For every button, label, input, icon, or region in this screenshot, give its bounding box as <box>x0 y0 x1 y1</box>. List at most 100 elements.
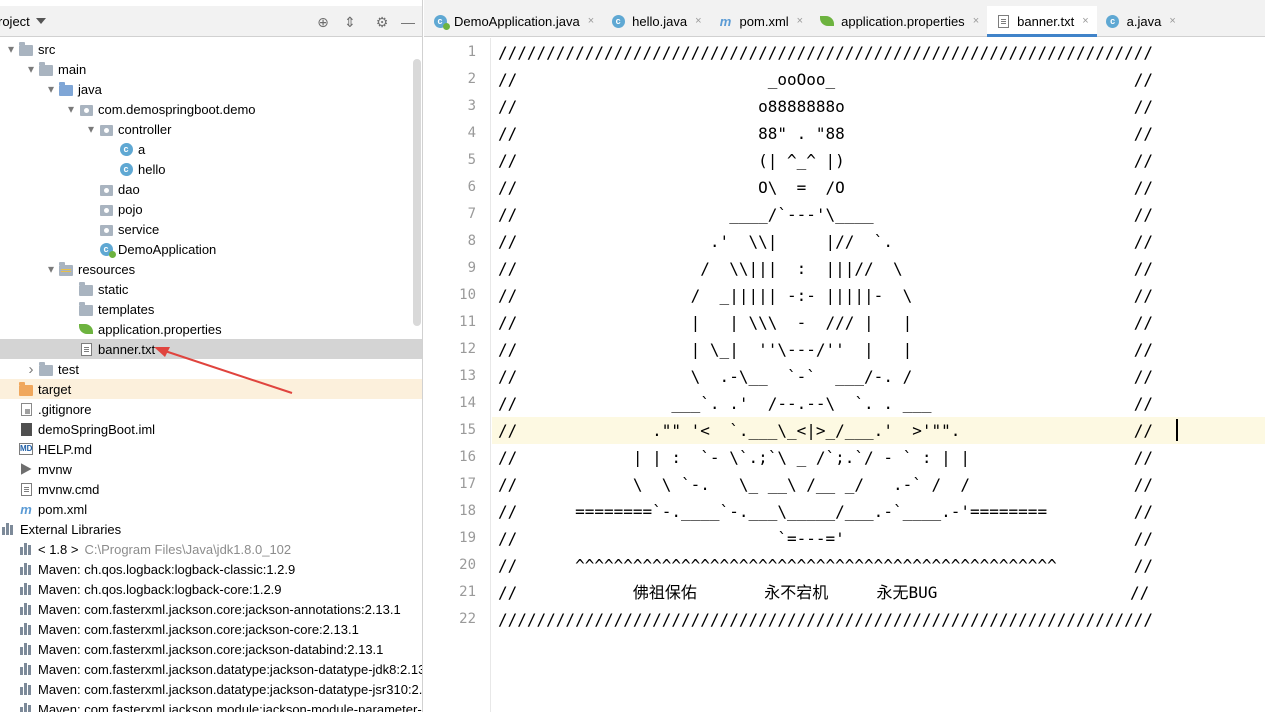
tree-item-dao[interactable]: dao <box>0 179 422 199</box>
tree-item-resources[interactable]: ▾ resources <box>0 259 422 279</box>
gear-icon[interactable]: ⚙ <box>374 14 390 30</box>
close-icon[interactable]: × <box>695 15 701 27</box>
tab-application-properties[interactable]: application.properties × <box>811 6 987 36</box>
tree-item-external-libraries[interactable]: External Libraries <box>0 519 422 539</box>
code-line[interactable]: // / _||||| -:- |||||- \ // <box>492 282 1265 309</box>
project-tree-scrollbar[interactable] <box>413 59 421 326</box>
tree-item-a[interactable]: ca <box>0 139 422 159</box>
tab-pom-xml[interactable]: m pom.xml × <box>710 6 812 36</box>
code-line[interactable]: // \ .-\__ `-` ___/-. / // <box>492 363 1265 390</box>
code-line[interactable]: // \ \ `-. \_ __\ /__ _/ .-` / / // <box>492 471 1265 498</box>
code-line[interactable]: // ."" '< `.___\_<|>_/___.' >'"". // <box>492 417 1265 444</box>
tab-label: hello.java <box>632 13 688 29</box>
tree-item-src[interactable]: ▾ src <box>0 39 422 59</box>
tree-item-maven-com-fasterxml-jackson-module-jackson-module-parameter-names-2-13-1[interactable]: Maven: com.fasterxml.jackson.module:jack… <box>0 699 422 712</box>
tree-item-label: application.properties <box>98 321 222 337</box>
tree-item-target[interactable]: target <box>0 379 422 399</box>
close-icon[interactable]: × <box>973 15 979 27</box>
line-number: 18 <box>459 503 476 519</box>
tab-a-java[interactable]: c a.java × <box>1097 6 1184 36</box>
code-line[interactable]: // (| ^_^ |) // <box>492 147 1265 174</box>
java-class-icon: c <box>1105 13 1121 29</box>
tree-item-maven-com-fasterxml-jackson-core-jackson-databind-2-13-1[interactable]: Maven: com.fasterxml.jackson.core:jackso… <box>0 639 422 659</box>
tree-item-static[interactable]: static <box>0 279 422 299</box>
collapse-all-icon[interactable]: ⇕ <box>342 14 358 30</box>
code-line[interactable]: // o8888888o // <box>492 93 1265 120</box>
code-line[interactable]: ////////////////////////////////////////… <box>492 606 1265 633</box>
close-icon[interactable]: × <box>588 15 594 27</box>
chevron-down-icon[interactable]: ▾ <box>84 119 98 139</box>
folder-icon <box>78 301 94 317</box>
tree-item-demoapplication[interactable]: c DemoApplication <box>0 239 422 259</box>
tab-hello-java[interactable]: c hello.java × <box>602 6 709 36</box>
code-line[interactable]: // / \\||| : |||// \ // <box>492 255 1265 282</box>
chevron-down-icon[interactable]: ▾ <box>4 39 18 59</box>
tree-item-mvnw-cmd[interactable]: mvnw.cmd <box>0 479 422 499</box>
tree-item-java[interactable]: ▾ java <box>0 79 422 99</box>
code-line[interactable]: // _ooOoo_ // <box>492 66 1265 93</box>
tree-item-mvnw[interactable]: mvnw <box>0 459 422 479</box>
code-line[interactable]: // | \_| ''\---/'' | | // <box>492 336 1265 363</box>
tree-item-maven-ch-qos-logback-logback-classic-1-2-9[interactable]: Maven: ch.qos.logback:logback-classic:1.… <box>0 559 422 579</box>
tree-item-service[interactable]: service <box>0 219 422 239</box>
chevron-right-icon[interactable]: › <box>24 359 38 379</box>
chevron-down-icon[interactable]: ▾ <box>64 99 78 119</box>
chevron-down-icon[interactable]: ▾ <box>24 59 38 79</box>
tree-item-1-8[interactable]: < 1.8 > C:\Program Files\Java\jdk1.8.0_10… <box>0 539 422 559</box>
tree-item-banner-txt[interactable]: banner.txt <box>0 339 422 359</box>
tree-item-templates[interactable]: templates <box>0 299 422 319</box>
tree-item-pojo[interactable]: pojo <box>0 199 422 219</box>
code-line[interactable]: // ____/`---'\____ // <box>492 201 1265 228</box>
code-line[interactable]: // ___`. .' /--.--\ `. . ___ // <box>492 390 1265 417</box>
code-line[interactable]: // 88" . "88 // <box>492 120 1265 147</box>
code-line[interactable]: // | | \\\ - /// | | // <box>492 309 1265 336</box>
code-line[interactable]: // | | : `- \`.;`\ _ /`;.`/ - ` : | | // <box>492 444 1265 471</box>
tree-item-maven-com-fasterxml-jackson-core-jackson-annotations-2-13-1[interactable]: Maven: com.fasterxml.jackson.core:jackso… <box>0 599 422 619</box>
code-line[interactable]: // .' \\| |// `. // <box>492 228 1265 255</box>
package-icon <box>98 221 114 237</box>
chevron-down-icon[interactable]: ▾ <box>44 259 58 279</box>
tree-item-test[interactable]: › test <box>0 359 422 379</box>
tree-item-maven-ch-qos-logback-logback-core-1-2-9[interactable]: Maven: ch.qos.logback:logback-core:1.2.9 <box>0 579 422 599</box>
spring-boot-class-icon: c <box>432 13 450 30</box>
code-line[interactable]: // O\ = /O // <box>492 174 1265 201</box>
resources-folder-icon <box>58 261 74 277</box>
tree-item-main[interactable]: ▾ main <box>0 59 422 79</box>
tree-item-application-properties[interactable]: application.properties <box>0 319 422 339</box>
code-line[interactable]: // 佛祖保佑 永不宕机 永无BUG // <box>492 579 1265 606</box>
close-icon[interactable]: × <box>1082 15 1088 27</box>
git-file-icon <box>18 401 34 417</box>
tab-banner-txt[interactable]: banner.txt × <box>987 6 1097 37</box>
line-number: 12 <box>459 341 476 357</box>
tree-item-label: src <box>38 41 56 57</box>
project-view-selector[interactable]: roject <box>0 14 30 29</box>
chevron-down-icon[interactable]: ▾ <box>44 79 58 99</box>
tree-item-demospringboot-iml[interactable]: demoSpringBoot.iml <box>0 419 422 439</box>
tree-item-com-demospringboot-demo[interactable]: ▾ com.demospringboot.demo <box>0 99 422 119</box>
hide-panel-icon[interactable]: — <box>400 14 416 30</box>
code-line[interactable]: // ^^^^^^^^^^^^^^^^^^^^^^^^^^^^^^^^^^^^^… <box>492 552 1265 579</box>
code-line[interactable]: // `=---=' // <box>492 525 1265 552</box>
tree-item-maven-com-fasterxml-jackson-datatype-jackson-datatype-jsr310-2-13-1[interactable]: Maven: com.fasterxml.jackson.datatype:ja… <box>0 679 422 699</box>
close-icon[interactable]: × <box>1169 15 1175 27</box>
package-icon <box>98 181 114 197</box>
tree-item-hello[interactable]: c hello <box>0 159 422 179</box>
close-icon[interactable]: × <box>797 15 803 27</box>
tree-item-help-md[interactable]: MD HELP.md <box>0 439 422 459</box>
tree-item-gitignore[interactable]: .gitignore <box>0 399 422 419</box>
code-editor[interactable]: 1 2 3 4 5 6 7 8 9 10 11 12 13 14 15 16 17 18 19 20 21 22 ////… <box>424 38 1265 712</box>
tree-item-pom-xml[interactable]: m pom.xml <box>0 499 422 519</box>
tree-item-label: Maven: com.fasterxml.jackson.core:jackso… <box>38 621 359 637</box>
line-number: 11 <box>459 314 476 330</box>
code-line[interactable]: // ========`-.____`-.___\_____/___.-`___… <box>492 498 1265 525</box>
tree-item-maven-com-fasterxml-jackson-datatype-jackson-datatype-jdk8-2-13-1[interactable]: Maven: com.fasterxml.jackson.datatype:ja… <box>0 659 422 679</box>
tree-item-controller[interactable]: ▾ controller <box>0 119 422 139</box>
locate-file-icon[interactable]: ⊕ <box>315 14 331 30</box>
code-line[interactable]: ////////////////////////////////////////… <box>492 39 1265 66</box>
tree-item-maven-com-fasterxml-jackson-core-jackson-core-2-13-1[interactable]: Maven: com.fasterxml.jackson.core:jackso… <box>0 619 422 639</box>
chevron-down-icon[interactable] <box>35 18 46 24</box>
tab-demoapplication-java[interactable]: c DemoApplication.java × <box>424 6 602 36</box>
